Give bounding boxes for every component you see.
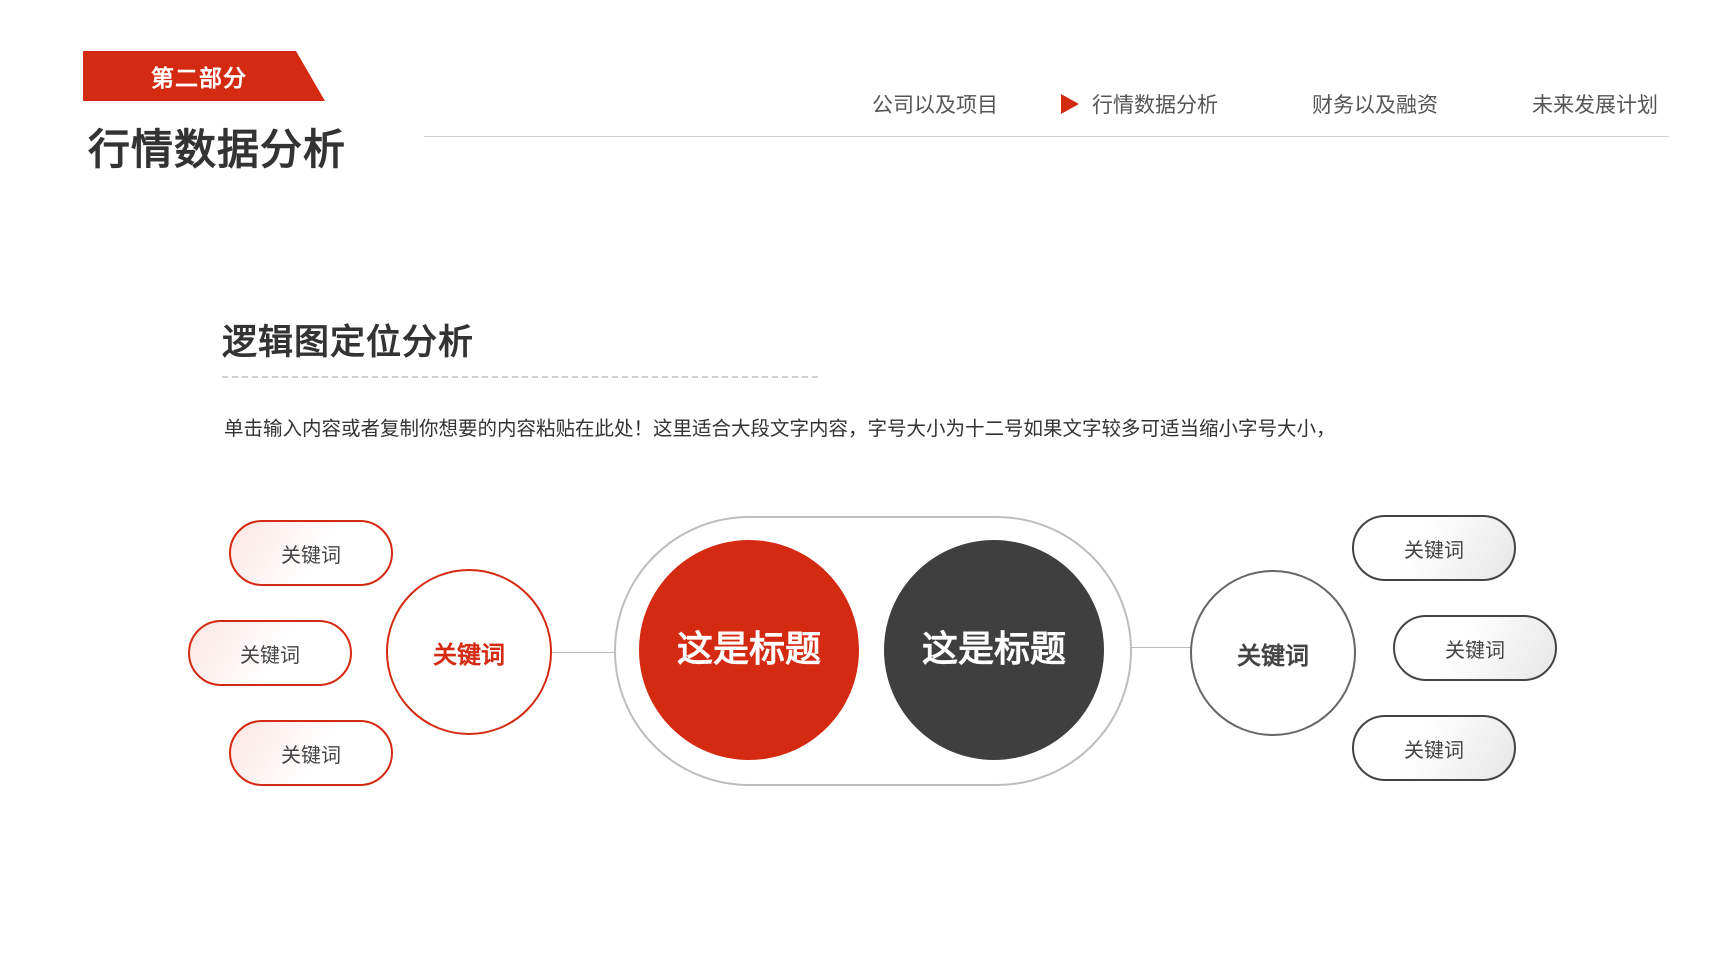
nav-item-future[interactable]: 未来发展计划: [1532, 89, 1658, 119]
right-keyword-pill-2: 关键词: [1393, 615, 1557, 681]
section-title: 行情数据分析: [88, 125, 347, 174]
dashed-divider: [222, 376, 818, 378]
center-title-dark: 这是标题: [884, 540, 1104, 760]
nav-item-market[interactable]: 行情数据分析: [1092, 89, 1218, 119]
left-connector: [552, 652, 616, 653]
right-connector: [1130, 647, 1192, 648]
section-tag: 第二部分: [83, 51, 325, 101]
right-hub-circle: 关键词: [1190, 570, 1356, 736]
right-keyword-pill-1: 关键词: [1352, 515, 1516, 581]
description-text: 单击输入内容或者复制你想要的内容粘贴在此处！这里适合大段文字内容，字号大小为十二…: [224, 417, 1336, 440]
nav-item-finance[interactable]: 财务以及融资: [1312, 89, 1438, 119]
left-hub-circle: 关键词: [386, 569, 552, 735]
active-arrow-icon: [1061, 94, 1079, 114]
nav-divider: [424, 136, 1669, 137]
content-heading: 逻辑图定位分析: [222, 323, 475, 363]
nav-item-company[interactable]: 公司以及项目: [872, 89, 998, 119]
right-keyword-pill-3: 关键词: [1352, 715, 1516, 781]
left-keyword-pill-3: 关键词: [229, 720, 393, 786]
left-keyword-pill-1: 关键词: [229, 520, 393, 586]
center-title-red: 这是标题: [639, 540, 859, 760]
left-keyword-pill-2: 关键词: [188, 620, 352, 686]
